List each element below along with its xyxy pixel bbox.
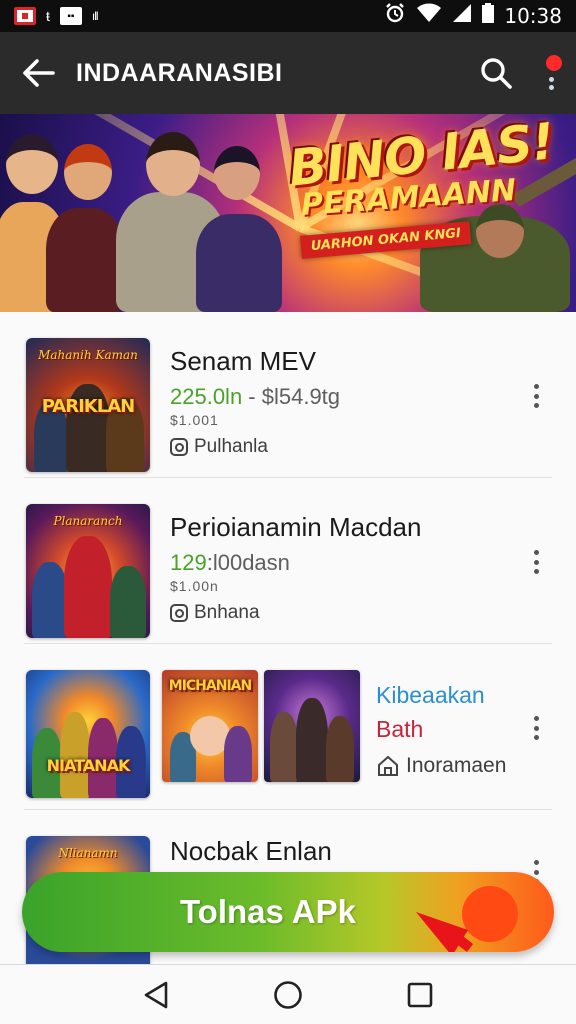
item-title: Nocbak Enlan bbox=[170, 836, 332, 866]
home-circle-icon bbox=[274, 980, 302, 1009]
item-tag: Bnhana bbox=[170, 602, 260, 624]
list-item[interactable]: Mahanih Kaman PARIKLAN Senam MEV 225.0ln… bbox=[0, 312, 576, 478]
back-button[interactable] bbox=[0, 32, 76, 114]
nav-home-button[interactable] bbox=[268, 975, 308, 1015]
tag-icon bbox=[170, 604, 188, 622]
nav-recents-button[interactable] bbox=[400, 975, 440, 1015]
overflow-menu-icon bbox=[548, 74, 554, 93]
app-title: INDAARANASIBI bbox=[76, 58, 283, 87]
item-price: 225.0ln - $l54.9tg bbox=[170, 384, 341, 409]
item-tag-label: Pulhanla bbox=[194, 436, 268, 457]
item-title: Kibeaakan bbox=[376, 682, 485, 708]
screenshot-thumbnail[interactable] bbox=[264, 670, 360, 782]
thumbnail-title: PARIKLAN bbox=[41, 396, 135, 417]
back-triangle-icon bbox=[144, 981, 168, 1008]
battery-icon bbox=[482, 3, 495, 29]
thumbnail-caption: Planaranch bbox=[53, 514, 123, 528]
thumbnail-title: NIATANAK bbox=[46, 756, 131, 775]
square-notif-icon: ▪▪ bbox=[59, 7, 82, 25]
signal-icon bbox=[452, 3, 472, 29]
store-icon bbox=[378, 755, 398, 776]
status-bar: ŧ ▪▪ ıll 10:38 bbox=[0, 0, 576, 32]
tag-icon bbox=[170, 438, 188, 456]
item-title: Perioianamin Macdan bbox=[170, 512, 422, 542]
back-arrow-icon bbox=[23, 59, 55, 87]
item-tag-label: Bnhana bbox=[194, 602, 260, 623]
item-tag: Inoramaen bbox=[376, 754, 506, 778]
youtube-notif-icon bbox=[14, 7, 36, 25]
notification-dot bbox=[546, 55, 562, 71]
item-thumbnail: NIATANAK bbox=[26, 670, 150, 798]
item-subtitle: Bath bbox=[376, 716, 424, 742]
item-title: Senam MEV bbox=[170, 346, 316, 376]
install-apk-button[interactable]: Tolnas APk bbox=[22, 872, 554, 952]
app-screen: ŧ ▪▪ ıll 10:38 INDAARANASIBI BINO IAS! P… bbox=[0, 0, 576, 1024]
t-notif-icon: ŧ bbox=[46, 8, 50, 24]
list-item[interactable]: Planaranch Perioianamin Macdan 129:l00da… bbox=[0, 478, 576, 644]
app-bar: INDAARANASIBI bbox=[0, 32, 576, 114]
status-left-icons: ŧ ▪▪ ıll bbox=[14, 7, 99, 25]
pointer-arrow-icon bbox=[416, 886, 518, 952]
item-tag-label: Inoramaen bbox=[406, 754, 507, 777]
alarm-icon bbox=[384, 2, 406, 30]
item-thumbnail: Mahanih Kaman PARIKLAN bbox=[26, 338, 150, 472]
nav-back-button[interactable] bbox=[136, 975, 176, 1015]
list-item[interactable]: NIATANAK MICHANIAN Kibeaakan Bath Inoram… bbox=[0, 644, 576, 810]
thumbnail-caption: Nlianamn bbox=[58, 846, 118, 860]
search-button[interactable] bbox=[466, 32, 526, 114]
install-apk-label: Tolnas APk bbox=[179, 893, 357, 930]
item-subprice: $1.001 bbox=[170, 412, 219, 428]
item-more-button[interactable] bbox=[530, 544, 542, 580]
item-subprice: $1.00n bbox=[170, 578, 219, 594]
item-tag: Pulhanla bbox=[170, 436, 268, 458]
wifi-icon bbox=[416, 3, 442, 29]
system-nav-bar bbox=[0, 964, 576, 1024]
item-more-button[interactable] bbox=[530, 710, 542, 746]
item-price: 129:l00dasn bbox=[170, 550, 290, 575]
overflow-menu-button[interactable] bbox=[526, 32, 576, 114]
item-thumbnail: Planaranch bbox=[26, 504, 150, 638]
screenshot-title: MICHANIAN bbox=[168, 678, 252, 694]
vibrate-icon: ıll bbox=[91, 9, 99, 23]
featured-banner[interactable]: BINO IAS! PERAMAANN UARHON OKAN KNGI bbox=[0, 114, 576, 312]
item-more-button[interactable] bbox=[530, 378, 542, 414]
thumbnail-caption: Mahanih Kaman bbox=[38, 348, 138, 362]
status-time: 10:38 bbox=[504, 4, 562, 28]
status-right-icons: 10:38 bbox=[384, 2, 562, 30]
search-icon bbox=[481, 58, 512, 89]
recents-square-icon bbox=[407, 982, 433, 1007]
screenshot-thumbnail[interactable]: MICHANIAN bbox=[162, 670, 258, 782]
